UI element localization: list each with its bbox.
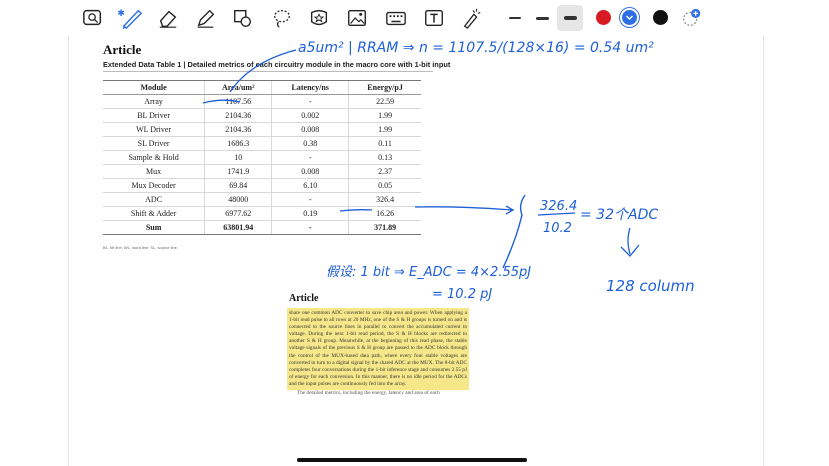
cell-latency: 0.38 (271, 136, 349, 151)
document-page[interactable]: Article Extended Data Table 1 | Detailed… (68, 36, 764, 466)
add-color-icon[interactable] (680, 6, 704, 30)
cell-module: Array (103, 94, 205, 109)
cell-latency: 0.008 (271, 164, 349, 179)
cell-area: 10 (204, 150, 272, 165)
cell-energy: 2.37 (348, 164, 421, 179)
cell-latency: - (271, 94, 349, 109)
sticker-icon[interactable] (307, 6, 331, 30)
header-energy: Energy/pJ (348, 80, 421, 95)
table-caption: Extended Data Table 1 | Detailed metrics… (103, 60, 451, 69)
header-area: Area/um² (204, 80, 272, 95)
cell-energy: 0.11 (348, 136, 421, 151)
cell-energy: 16.26 (348, 206, 421, 221)
cell-energy: 0.13 (348, 150, 421, 165)
cell-energy: 22.59 (348, 94, 421, 109)
cell-module: SL Driver (103, 136, 205, 151)
cell-latency: 6.10 (271, 178, 349, 193)
cell-latency: - (271, 150, 349, 165)
home-indicator[interactable] (297, 458, 527, 462)
cell-latency: 0.19 (271, 206, 349, 221)
cell-latency: - (271, 220, 349, 235)
thick-stroke-button[interactable] (557, 5, 583, 31)
red-color-swatch[interactable] (596, 10, 611, 25)
caption-divider (103, 71, 433, 72)
cell-latency: 0.002 (271, 108, 349, 123)
cell-area: 63801.94 (204, 220, 272, 235)
black-color-swatch[interactable] (653, 10, 668, 25)
cell-latency: - (271, 192, 349, 207)
table-row: Array 1107.56-22.59 (103, 94, 421, 109)
table-row: Sample & Hold 10-0.13 (103, 150, 421, 165)
lasso-icon[interactable] (270, 6, 294, 30)
cell-module: ADC (103, 192, 205, 207)
text-box-icon[interactable] (422, 6, 446, 30)
cell-area: 2104.36 (204, 108, 272, 123)
lasso-zoom-icon[interactable] (81, 6, 105, 30)
excerpt-highlighted-text: share one common ADC converter to save c… (287, 308, 469, 391)
pasted-article-excerpt[interactable]: Article share one common ADC converter t… (287, 293, 469, 413)
cell-area: 48000 (204, 192, 272, 207)
table-footnote: BL, bit line; WL, word line; SL, source … (103, 245, 178, 250)
keyboard-icon[interactable] (384, 6, 408, 30)
cell-area: 1741.9 (204, 164, 272, 179)
cell-energy: 326.4 (348, 192, 421, 207)
cell-module: Shift & Adder (103, 206, 205, 221)
table-row: Shift & Adder 6977.62 0.19 16.26 (103, 206, 421, 221)
cell-latency: 0.008 (271, 122, 349, 137)
article-heading: Article (103, 42, 142, 57)
shapes-icon[interactable] (231, 6, 255, 30)
eraser-icon[interactable] (156, 6, 180, 30)
table-row: ADC 48000-326.4 (103, 192, 421, 207)
blue-color-swatch-selected[interactable] (622, 10, 637, 25)
table-row: BL Driver 2104.36 0.002 1.99 (103, 108, 421, 123)
cell-module: WL Driver (103, 122, 205, 137)
svg-text:✱: ✱ (117, 8, 125, 19)
cell-energy: 1.99 (348, 122, 421, 137)
cell-area: 69.84 (204, 178, 272, 193)
cell-module: Mux (103, 164, 205, 179)
chevron-down-icon (626, 15, 633, 20)
medium-stroke-button[interactable] (529, 5, 555, 31)
table-row: Mux Decoder 69.84 6.10 0.05 (103, 178, 421, 193)
cell-energy: 0.05 (348, 178, 421, 193)
cell-energy: 1.99 (348, 108, 421, 123)
cell-energy: 371.89 (348, 220, 421, 235)
table-row-sum: Sum 63801.94-371.89 (103, 220, 421, 235)
cell-module: Mux Decoder (103, 178, 205, 193)
cell-area: 6977.62 (204, 206, 272, 221)
table-row: Mux 1741.9 0.008 2.37 (103, 164, 421, 179)
pen-icon[interactable]: ✱ (116, 6, 146, 30)
cell-module: Sum (103, 220, 205, 235)
cell-module: Sample & Hold (103, 150, 205, 165)
laser-pointer-icon[interactable] (460, 6, 484, 30)
cell-area: 2104.36 (204, 122, 272, 137)
cell-module: BL Driver (103, 108, 205, 123)
excerpt-tail-text: The detailed metrics, including the ener… (297, 390, 440, 397)
thin-stroke-button[interactable] (502, 5, 528, 31)
table-row: SL Driver 1686.3 0.38 0.11 (103, 136, 421, 151)
cell-area: 1107.56 (204, 94, 272, 109)
header-module: Module (103, 80, 205, 95)
table-row: WL Driver 2104.36 0.008 1.99 (103, 122, 421, 137)
highlighter-icon[interactable] (194, 6, 218, 30)
cell-area: 1686.3 (204, 136, 272, 151)
header-latency: Latency/ns (271, 80, 349, 95)
metrics-table: Module Area/um² Latency/ns Energy/pJ Arr… (103, 80, 421, 235)
excerpt-heading: Article (289, 293, 319, 304)
image-icon[interactable] (345, 6, 369, 30)
toolbar: ✱ (0, 0, 829, 36)
table-header-row: Module Area/um² Latency/ns Energy/pJ (103, 80, 421, 95)
